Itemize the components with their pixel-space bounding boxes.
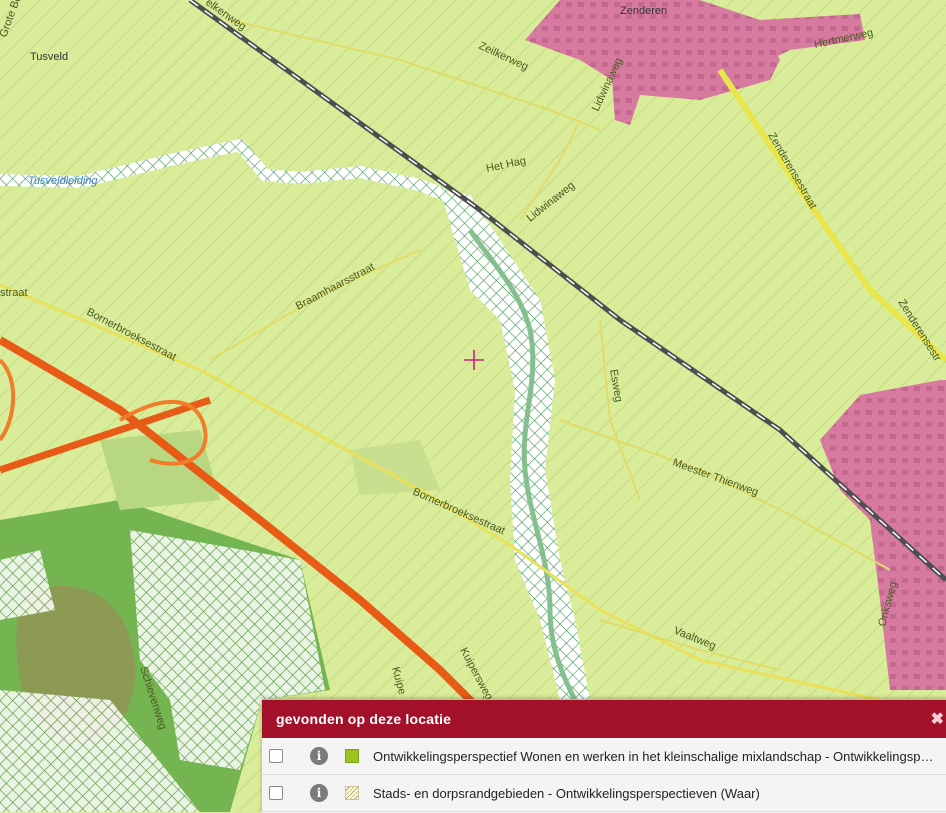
result-row: i Ontwikkelingsperspectief Wonen en werk… [262, 738, 946, 775]
label-zenderen: Zenderen [620, 5, 667, 17]
location-marker-icon [464, 350, 484, 370]
result-label: Stads- en dorpsrandgebieden - Ontwikkeli… [373, 785, 760, 801]
label-straat: straat [0, 287, 28, 299]
result-row: i Stads- en dorpsrandgebieden - Ontwikke… [262, 775, 946, 812]
panel-header: gevonden op deze locatie ✖ [262, 700, 946, 738]
layer-checkbox[interactable] [269, 786, 283, 800]
panel-title: gevonden op deze locatie [276, 711, 452, 727]
location-results-panel: gevonden op deze locatie ✖ i Ontwikkelin… [262, 699, 946, 813]
map-canvas[interactable]: Tusveld Zenderen Hertmerweg Zeilkerweg L… [0, 0, 946, 812]
info-icon[interactable]: i [310, 747, 328, 765]
legend-swatch [345, 749, 359, 763]
label-tusveldleiding: Tusveldleiding [28, 175, 98, 187]
result-label: Ontwikkelingsperspectief Wonen en werken… [373, 748, 946, 764]
close-icon[interactable]: ✖ [928, 700, 946, 738]
info-icon[interactable]: i [310, 784, 328, 802]
layer-checkbox[interactable] [269, 749, 283, 763]
label-tusveld: Tusveld [30, 51, 68, 63]
legend-swatch [345, 786, 359, 800]
